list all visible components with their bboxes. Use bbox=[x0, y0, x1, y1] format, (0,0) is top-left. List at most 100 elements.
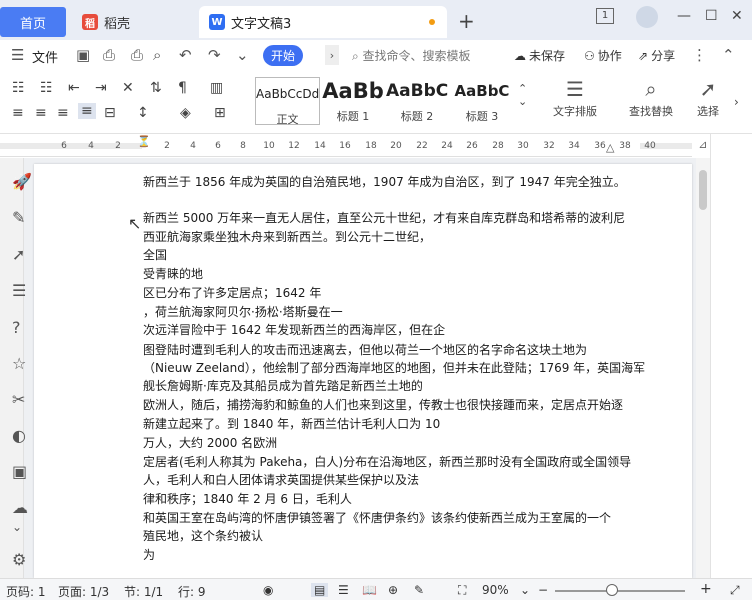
vertical-scrollbar[interactable] bbox=[696, 158, 710, 578]
style-normal[interactable]: AaBbCcDd 正文 bbox=[255, 77, 320, 126]
menu-icon[interactable]: ☰ bbox=[11, 46, 24, 64]
web-view-icon[interactable]: ⊕ bbox=[388, 583, 398, 597]
collaborate-button[interactable]: ⚇ 协作 bbox=[584, 47, 622, 64]
align-center-icon[interactable]: ≡ bbox=[35, 105, 47, 121]
layout-button[interactable]: 1 bbox=[596, 8, 614, 24]
doc-line[interactable]: （Nieuw Zeeland），他绘制了部分西海岸地区的地图，但并未在此登陆；1… bbox=[143, 359, 645, 377]
column-icon[interactable]: ▥ bbox=[210, 80, 223, 96]
ribbon-more-icon[interactable]: › bbox=[734, 95, 739, 109]
more-chevron-icon[interactable]: ⌄ bbox=[236, 46, 249, 64]
numbered-list-icon[interactable]: ☷ bbox=[40, 80, 53, 96]
page-count[interactable]: 页面: 1/3 bbox=[58, 583, 109, 600]
select-button[interactable]: ➚ 选择 bbox=[688, 77, 728, 119]
borders-icon[interactable]: ⊞ bbox=[214, 105, 226, 121]
doc-line[interactable]: 为 bbox=[143, 546, 155, 564]
print-icon[interactable]: ⎙ bbox=[131, 46, 143, 64]
doc-line[interactable]: 律和秩序；1840 年 2 月 6 日，毛利人 bbox=[143, 490, 352, 508]
zoom-value[interactable]: 90% bbox=[482, 583, 509, 597]
zoom-out-button[interactable]: − bbox=[538, 583, 548, 597]
show-marks-icon[interactable]: ¶ bbox=[178, 80, 187, 96]
eye-protect-icon[interactable]: ◉ bbox=[263, 583, 273, 597]
doc-line[interactable]: 图登陆时遭到毛利人的攻击而迅速离去，但他以荷兰一个地区的名字命名这块土地为 bbox=[143, 341, 587, 359]
new-tab-button[interactable]: + bbox=[458, 9, 475, 33]
avatar[interactable] bbox=[636, 6, 658, 28]
help-icon[interactable]: ? bbox=[12, 318, 21, 337]
style-heading1[interactable]: AaBb 标题 1 bbox=[322, 77, 384, 125]
start-tab[interactable]: 开始 bbox=[263, 45, 303, 66]
distribute-icon[interactable]: ⊟ bbox=[104, 105, 116, 121]
find-replace-button[interactable]: ⌕ 查找替换 bbox=[620, 77, 682, 119]
doc-line[interactable]: 新西兰于 1856 年成为英国的自治殖民地，1907 年成为自治区，到了 194… bbox=[143, 173, 626, 191]
zoom-in-button[interactable]: + bbox=[700, 581, 712, 597]
scroll-thumb[interactable] bbox=[699, 170, 707, 210]
scissors-icon[interactable]: ✂ bbox=[12, 390, 25, 409]
page-view-icon[interactable]: ▤ bbox=[311, 583, 329, 597]
minimize-button[interactable]: — bbox=[677, 8, 691, 24]
doc-line[interactable]: 区已分布了许多定居点；1642 年 bbox=[143, 284, 321, 302]
reading-view-icon[interactable]: 📖 bbox=[362, 583, 377, 597]
indent-marker-icon[interactable]: ⏳ bbox=[137, 135, 151, 148]
style-heading2[interactable]: AaBbC 标题 2 bbox=[386, 77, 448, 125]
align-right-icon[interactable]: ≡ bbox=[57, 105, 69, 121]
doc-line[interactable]: 殖民地，这个条约被认 bbox=[143, 527, 263, 545]
styles-scroll-icon[interactable]: ⌃ ⌄ bbox=[518, 82, 527, 108]
close-button[interactable]: ✕ bbox=[731, 8, 743, 24]
write-mode-icon[interactable]: ✎ bbox=[414, 583, 424, 597]
doc-line[interactable]: 和英国王室在岛屿湾的怀唐伊镇签署了《怀唐伊条约》该条约使新西兰成为王室属的一个 bbox=[143, 509, 611, 527]
zoom-slider-knob[interactable] bbox=[606, 584, 618, 596]
tab-document[interactable]: W 文字文稿3 bbox=[199, 6, 447, 38]
doc-line[interactable]: 新西兰 5000 万年来一直无人居住，直至公元十世纪，才有来自库克群岛和塔希蒂的… bbox=[143, 209, 625, 227]
image-icon[interactable]: ▣ bbox=[12, 462, 27, 481]
horizontal-ruler[interactable]: 6 4 2 2 4 6 8 10 12 14 16 18 20 22 24 26… bbox=[0, 135, 692, 157]
maximize-button[interactable]: ☐ bbox=[705, 8, 718, 24]
align-left-icon[interactable]: ≡ bbox=[12, 105, 24, 121]
chinese-layout-icon[interactable]: ✕ bbox=[122, 80, 134, 96]
panel-expand-icon[interactable]: ⌄ bbox=[12, 520, 22, 534]
palette-icon[interactable]: ◐ bbox=[12, 426, 26, 445]
rating-icon[interactable]: ☆ bbox=[12, 354, 26, 373]
panel-settings-icon[interactable]: ⚙ bbox=[12, 550, 26, 569]
doc-line[interactable]: 西亚航海家乘坐独木舟来到新西兰。到公元十二世纪， bbox=[143, 228, 431, 246]
doc-line[interactable]: 人，毛利人和白人团体请求英国提供某些保护以及法 bbox=[143, 471, 419, 489]
doc-line[interactable]: 受青睐的地 bbox=[143, 265, 203, 283]
ribbon-scroll-icon[interactable]: › bbox=[325, 45, 339, 65]
line-spacing-icon[interactable]: ↕ bbox=[137, 105, 149, 121]
doc-line[interactable]: 次远洋冒险中于 1642 年发现新西兰的西海岸区，但在企 bbox=[143, 321, 445, 339]
share-button[interactable]: ⇗ 分享 bbox=[638, 47, 675, 64]
text-layout-button[interactable]: ☰ 文字排版 bbox=[544, 77, 606, 119]
doc-line[interactable]: 欧洲人，随后，捕捞海豹和鲸鱼的人们也来到这里，传教士也很快接踵而来，定居点开始逐 bbox=[143, 396, 623, 414]
right-indent-marker-icon[interactable]: △ bbox=[606, 141, 614, 154]
zoom-dropdown-icon[interactable]: ⌄ bbox=[520, 583, 530, 597]
tab-docer[interactable]: 稻 稻壳 bbox=[70, 6, 198, 38]
justify-icon[interactable]: ≡ bbox=[78, 103, 96, 119]
doc-line[interactable]: 万人，大约 2000 名欧洲 bbox=[143, 434, 277, 452]
zoom-slider-track[interactable] bbox=[555, 590, 685, 592]
fit-page-icon[interactable]: ⛶ bbox=[458, 583, 466, 598]
file-menu[interactable]: 文件 bbox=[32, 47, 58, 66]
doc-line[interactable]: 全国 bbox=[143, 246, 167, 264]
doc-line[interactable]: 新建立起来了。到 1840 年，新西兰估计毛利人口为 10 bbox=[143, 415, 440, 433]
pen-icon[interactable]: ✎ bbox=[12, 208, 25, 227]
indent-icon[interactable]: ⇥ bbox=[95, 80, 107, 96]
doc-line[interactable]: 舰长詹姆斯·库克及其船员成为首先踏足新西兰土地的 bbox=[143, 377, 423, 395]
ruler-toggle-icon[interactable]: ⊿ bbox=[696, 138, 710, 154]
save-icon[interactable]: ▣ bbox=[76, 46, 90, 64]
sort-icon[interactable]: ⇅ bbox=[150, 80, 162, 96]
fullscreen-icon[interactable]: ⤢ bbox=[730, 583, 740, 598]
doc-line[interactable]: 定居者(毛利人称其为 Pakeha，白人)分布在沿海地区，新西兰那时没有全国政府… bbox=[143, 453, 631, 471]
command-search[interactable]: ⌕ 查找命令、搜索模板 bbox=[352, 47, 471, 64]
doc-line[interactable]: ，荷兰航海家阿贝尔·扬松·塔斯曼在一 bbox=[143, 303, 343, 321]
redo-icon[interactable]: ↷ bbox=[208, 46, 221, 64]
shading-icon[interactable]: ◈ bbox=[180, 105, 191, 121]
style-heading3[interactable]: AaBbC 标题 3 bbox=[450, 77, 514, 125]
rocket-icon[interactable]: 🚀 bbox=[12, 172, 32, 191]
cloud-save-icon[interactable]: ☁ bbox=[12, 498, 28, 517]
collapse-icon[interactable]: ⌃ bbox=[722, 46, 735, 64]
outline-view-icon[interactable]: ☰ bbox=[338, 583, 349, 597]
cursor-icon[interactable]: ➚ bbox=[12, 245, 25, 264]
outdent-icon[interactable]: ⇤ bbox=[68, 80, 80, 96]
unsaved-button[interactable]: ☁ 未保存 bbox=[514, 47, 565, 64]
more-icon[interactable]: ⋮ bbox=[692, 46, 707, 64]
preview-icon[interactable]: ⌕ bbox=[153, 46, 161, 64]
tab-home[interactable]: 首页 bbox=[0, 7, 66, 37]
